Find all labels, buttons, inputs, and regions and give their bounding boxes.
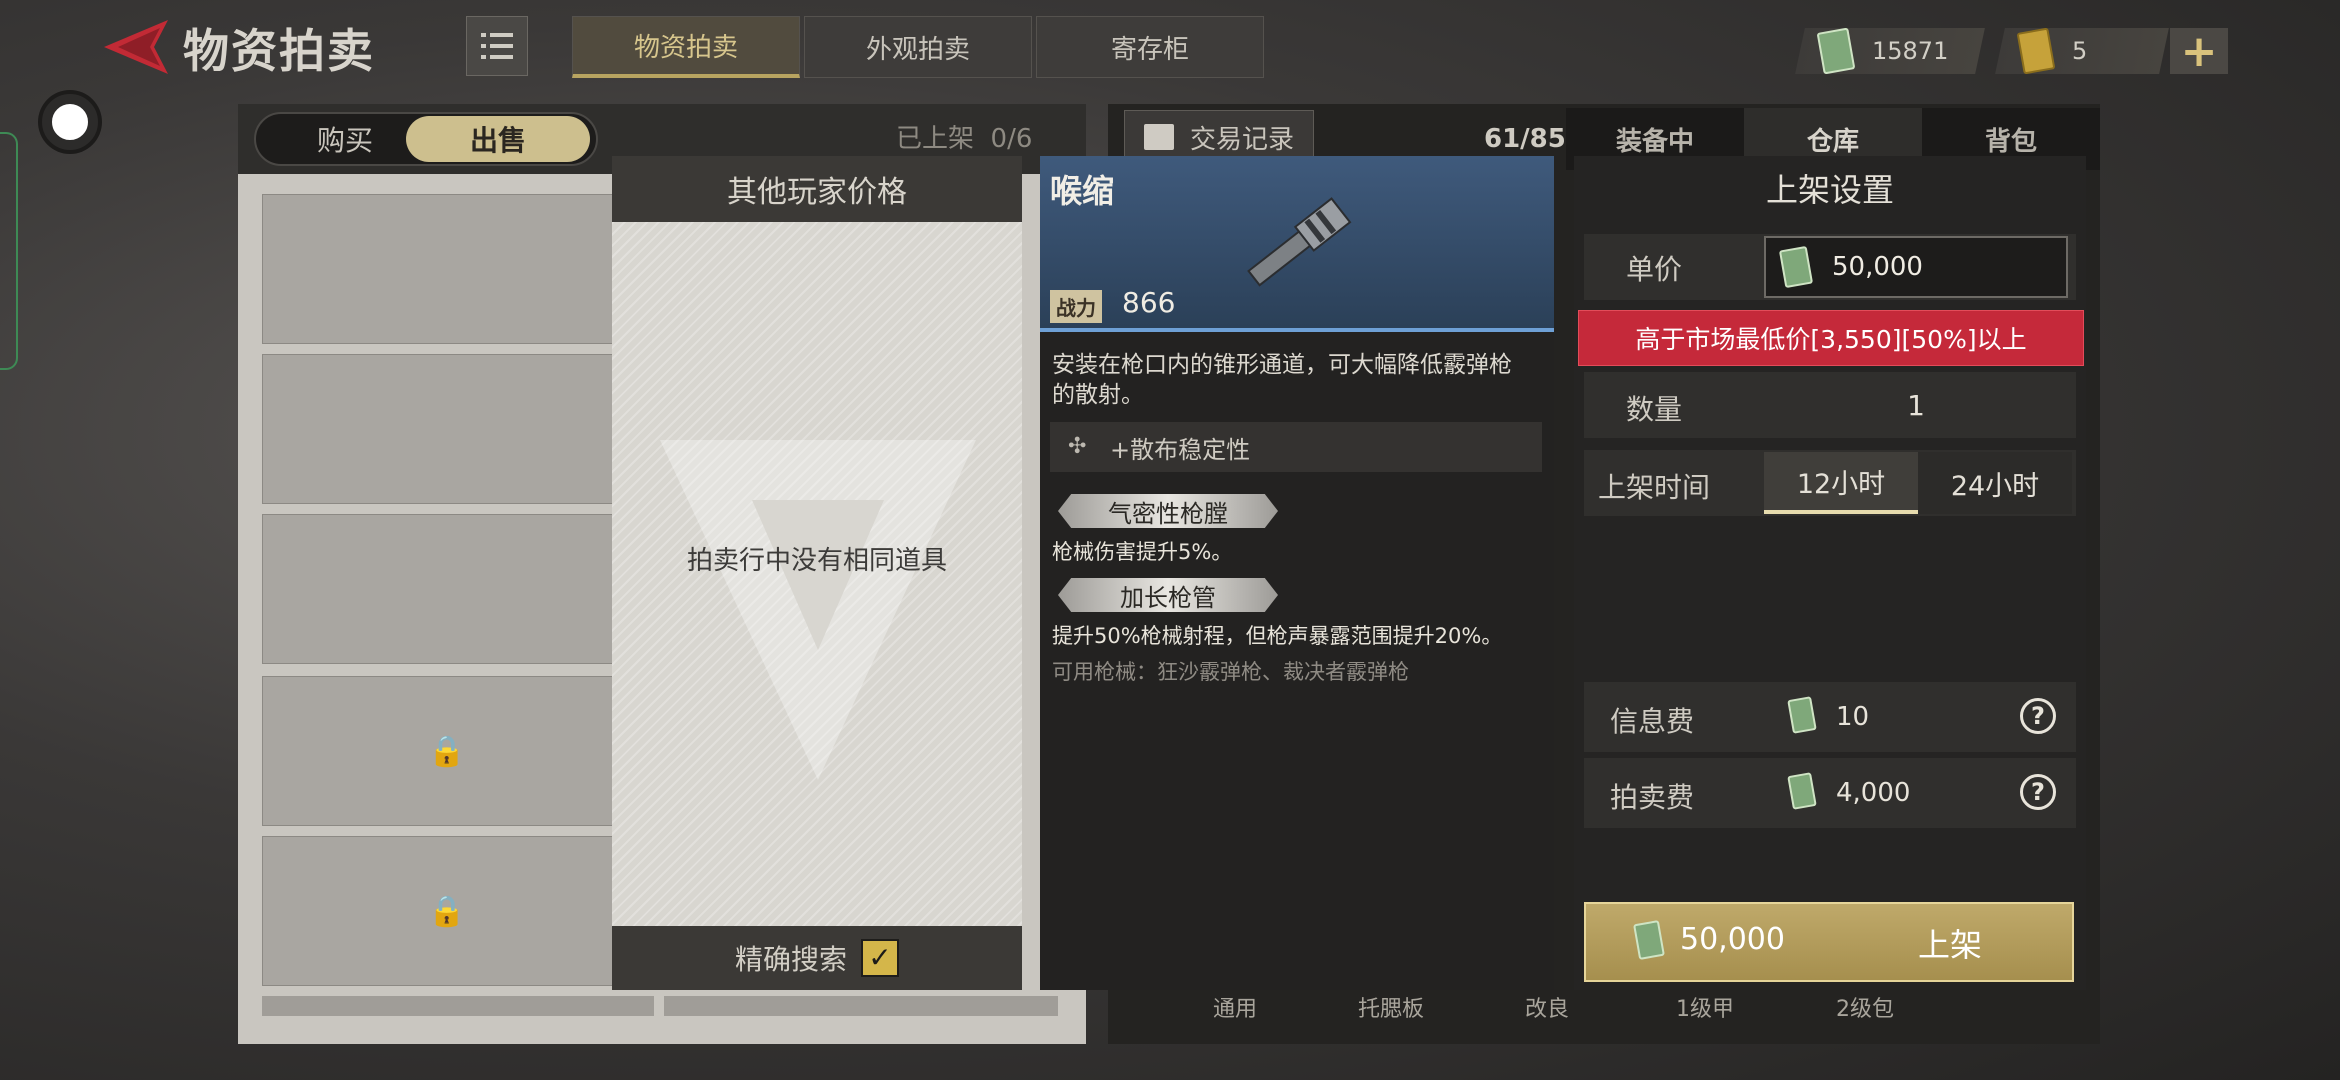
listed-count: 已上架 0/6 (896, 118, 1032, 155)
perk-description: 提升50%枪械射程，但枪声暴露范围提升20%。 (1052, 624, 1503, 648)
lock-icon: 🔒 (428, 893, 466, 929)
stat-text: +散布稳定性 (1110, 435, 1251, 464)
duration-12h-button[interactable]: 12小时 (1764, 452, 1918, 514)
cash-icon (1816, 27, 1856, 75)
cash-amount: 15871 (1872, 37, 1949, 65)
auction-fee-value: 4,000 (1836, 778, 1911, 808)
info-fee-label: 信息费 (1610, 705, 1695, 738)
quantity-label: 数量 (1626, 393, 1683, 426)
trade-records-label: 交易记录 (1189, 124, 1294, 155)
exact-search-label: 精确搜索 (734, 943, 847, 976)
list-button-label: 上架 (1918, 926, 1983, 964)
buy-sell-switch: 购买 出售 (254, 112, 598, 166)
slot-divider (664, 996, 1058, 1016)
unit-price-input[interactable]: 50,000 (1764, 236, 2068, 298)
ticket-balance: 5 (1995, 27, 2169, 75)
inventory-count: 61/85 (1484, 124, 1566, 154)
category-armor-lv1[interactable]: 1级甲 (1630, 990, 1780, 1024)
ticket-icon (2016, 27, 2056, 75)
quantity-input[interactable]: 1 (1764, 372, 2068, 438)
ticket-amount: 5 (2072, 37, 2088, 65)
info-fee-help-icon[interactable]: ? (2020, 698, 2056, 734)
listed-value: 0/6 (990, 124, 1033, 154)
duration-label: 上架时间 (1598, 471, 1711, 504)
spread-icon: ✣ (1068, 434, 1087, 459)
perk-tag: 加长枪管 (1058, 578, 1278, 612)
slot-divider (262, 996, 654, 1016)
back-arrow-icon[interactable] (100, 18, 170, 76)
exact-search: 精确搜索 ✓ (612, 926, 1022, 990)
other-prices-title: 其他玩家价格 (727, 175, 907, 210)
exact-search-checkbox[interactable]: ✓ (861, 939, 899, 977)
sell-slot[interactable] (262, 194, 632, 344)
tab-storage-locker[interactable]: 寄存柜 (1036, 16, 1264, 78)
sell-slot[interactable] (262, 514, 632, 664)
category-backpack-lv2[interactable]: 2级包 (1790, 990, 1940, 1024)
add-currency-button[interactable]: + (2170, 26, 2228, 77)
stat-row: ✣ +散布稳定性 (1050, 422, 1542, 472)
lock-icon: 🔒 (428, 733, 466, 769)
unit-price-label: 单价 (1626, 253, 1683, 286)
category-improved[interactable]: 改良 (1472, 990, 1622, 1024)
watermark-v-logo (660, 440, 976, 780)
power-label: 战力 (1050, 290, 1102, 323)
avatar[interactable] (42, 94, 98, 150)
unit-price-value: 50,000 (1832, 252, 1923, 282)
category-cheek-rest[interactable]: 托腮板 (1316, 990, 1466, 1024)
tab-material-auction[interactable]: 物资拍卖 (572, 16, 800, 78)
side-drawer-handle[interactable] (0, 132, 18, 370)
menu-button[interactable] (466, 16, 528, 76)
usable-weapons: 可用枪械：狂沙霰弹枪、裁决者霰弹枪 (1052, 660, 1409, 684)
auction-fee-label: 拍卖费 (1610, 781, 1695, 814)
receipt-icon (1143, 124, 1174, 150)
list-total-price: 50,000 (1680, 922, 1785, 957)
category-general[interactable]: 通用 (1160, 990, 1310, 1024)
price-warning-banner: 高于市场最低价[3,550][50%]以上 (1578, 310, 2084, 366)
sell-slot[interactable] (262, 354, 632, 504)
sell-toggle[interactable]: 出售 (406, 116, 590, 162)
locked-slot: 🔒 (262, 676, 632, 826)
duration-24h-button[interactable]: 24小时 (1918, 452, 2072, 514)
auction-fee-help-icon[interactable]: ? (2020, 774, 2056, 810)
perk-tag: 气密性枪膛 (1058, 494, 1278, 528)
tab-appearance-auction[interactable]: 外观拍卖 (804, 16, 1032, 78)
locked-slot: 🔒 (262, 836, 632, 986)
cash-icon (1778, 245, 1814, 289)
no-item-message: 拍卖行中没有相同道具 (686, 546, 947, 576)
item-name: 喉缩 (1050, 172, 1115, 210)
list-menu-icon (481, 33, 513, 59)
page-title: 物资拍卖 (183, 24, 375, 78)
choke-attachment-image (1247, 197, 1352, 287)
listed-label: 已上架 (896, 124, 975, 154)
item-description: 安装在枪口内的锥形通道，可大幅降低霰弹枪的散射。 (1052, 352, 1512, 408)
info-fee-value: 10 (1836, 702, 1870, 732)
power-value: 866 (1122, 286, 1176, 319)
perk-description: 枪械伤害提升5%。 (1052, 540, 1233, 564)
cash-balance: 15871 (1795, 27, 1985, 75)
buy-toggle[interactable]: 购买 (260, 116, 430, 162)
listing-settings-title: 上架设置 (1765, 171, 1894, 209)
